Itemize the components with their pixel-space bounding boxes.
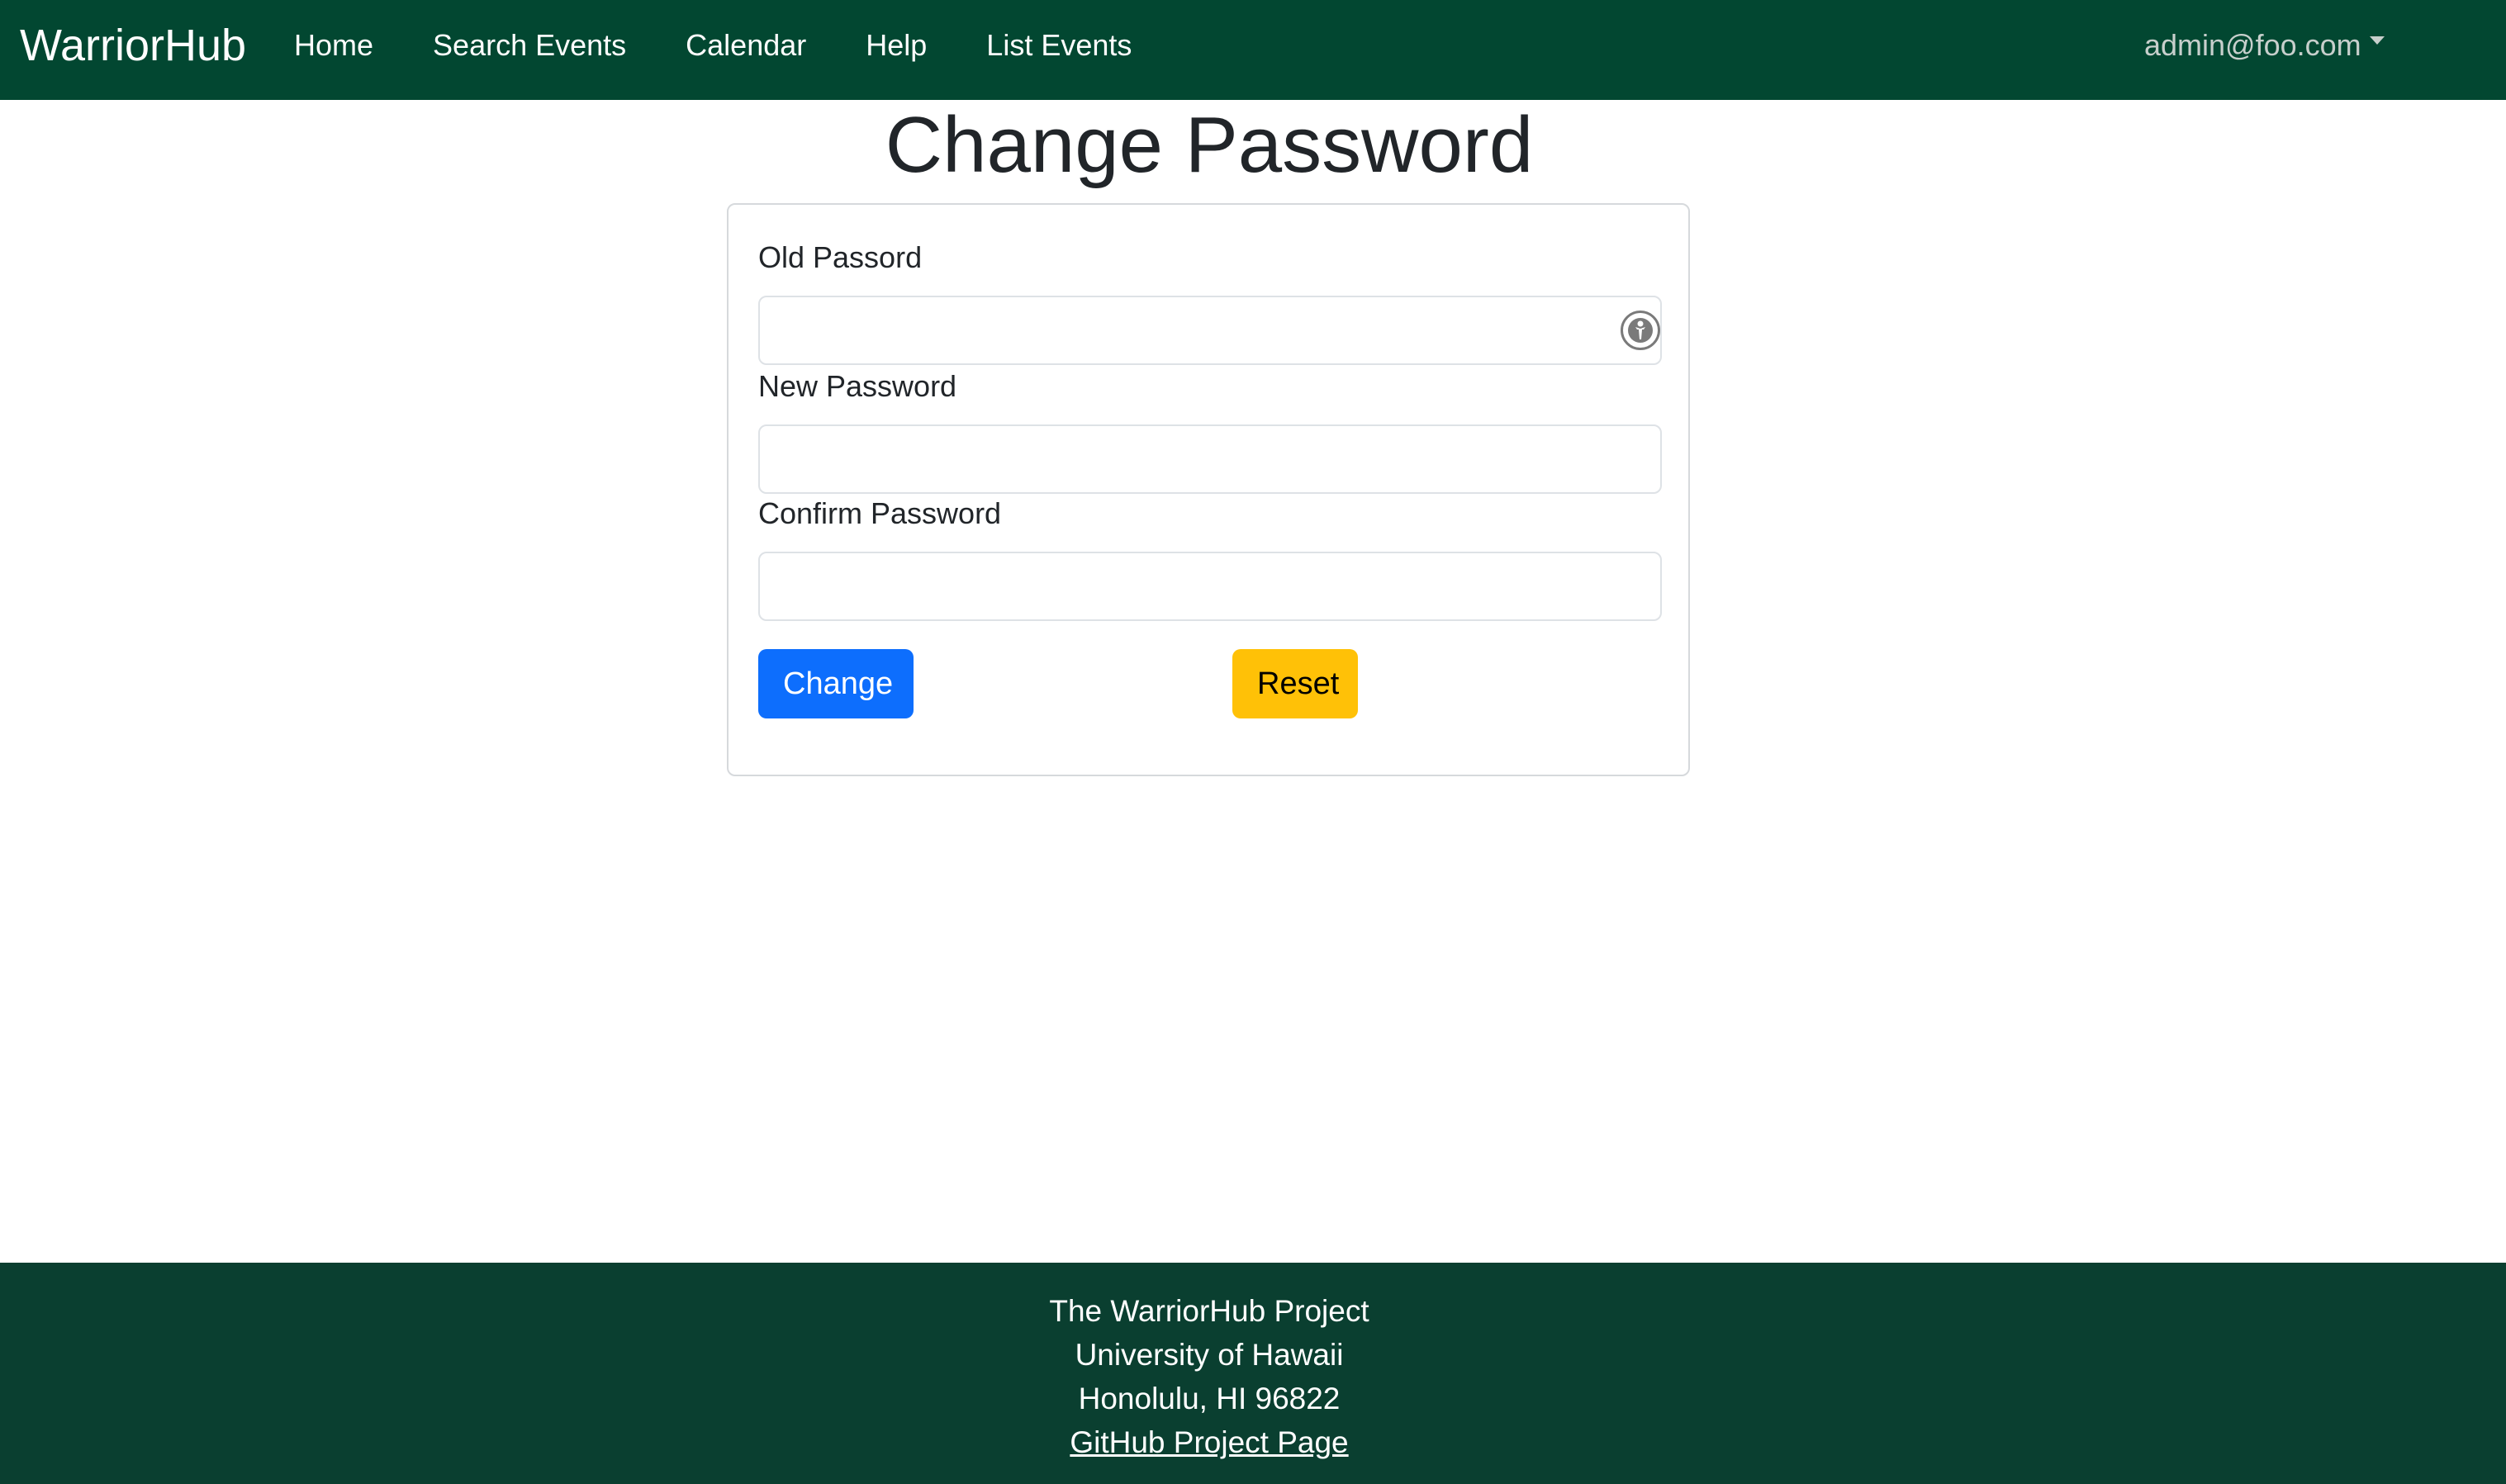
brand-logo-link[interactable]: WarriorHub: [20, 18, 246, 73]
nav-link-list-events[interactable]: List Events: [986, 0, 1132, 91]
change-button[interactable]: Change: [758, 649, 914, 718]
nav-link-search-events[interactable]: Search Events: [433, 0, 626, 91]
github-project-link[interactable]: GitHub Project Page: [1070, 1425, 1348, 1459]
new-password-label: New Password: [758, 369, 957, 403]
nav-link-home[interactable]: Home: [294, 0, 373, 91]
user-dropdown-toggle[interactable]: admin@foo.com: [2144, 0, 2385, 91]
footer: The WarriorHub Project University of Haw…: [0, 1263, 2506, 1484]
confirm-password-label: Confirm Password: [758, 496, 1002, 530]
top-navbar: WarriorHub Home Search Events Calendar H…: [0, 0, 2506, 100]
nav-link-calendar[interactable]: Calendar: [686, 0, 806, 91]
footer-university: University of Hawaii: [1075, 1338, 1344, 1372]
new-password-input[interactable]: [758, 424, 1662, 494]
old-password-field-wrapper: [729, 296, 1688, 365]
caret-down-icon: [2369, 36, 2385, 45]
old-password-label: Old Passord: [758, 240, 923, 274]
change-password-card: Old Passord New Password Confirm Passwor…: [727, 203, 1690, 776]
user-email: admin@foo.com: [2144, 28, 2361, 62]
nav-link-help[interactable]: Help: [866, 0, 927, 91]
page-title: Change Password: [885, 101, 1534, 189]
password-manager-glyph-icon: [1628, 318, 1653, 343]
footer-project-name: The WarriorHub Project: [1049, 1294, 1369, 1328]
password-manager-icon[interactable]: [1621, 311, 1660, 350]
footer-address: Honolulu, HI 96822: [1078, 1382, 1341, 1415]
nav-links: Home Search Events Calendar Help List Ev…: [294, 0, 1191, 91]
old-password-input[interactable]: [758, 296, 1662, 365]
reset-button[interactable]: Reset: [1232, 649, 1358, 718]
confirm-password-input[interactable]: [758, 552, 1662, 621]
footer-text: The WarriorHub Project University of Haw…: [0, 1289, 2418, 1464]
